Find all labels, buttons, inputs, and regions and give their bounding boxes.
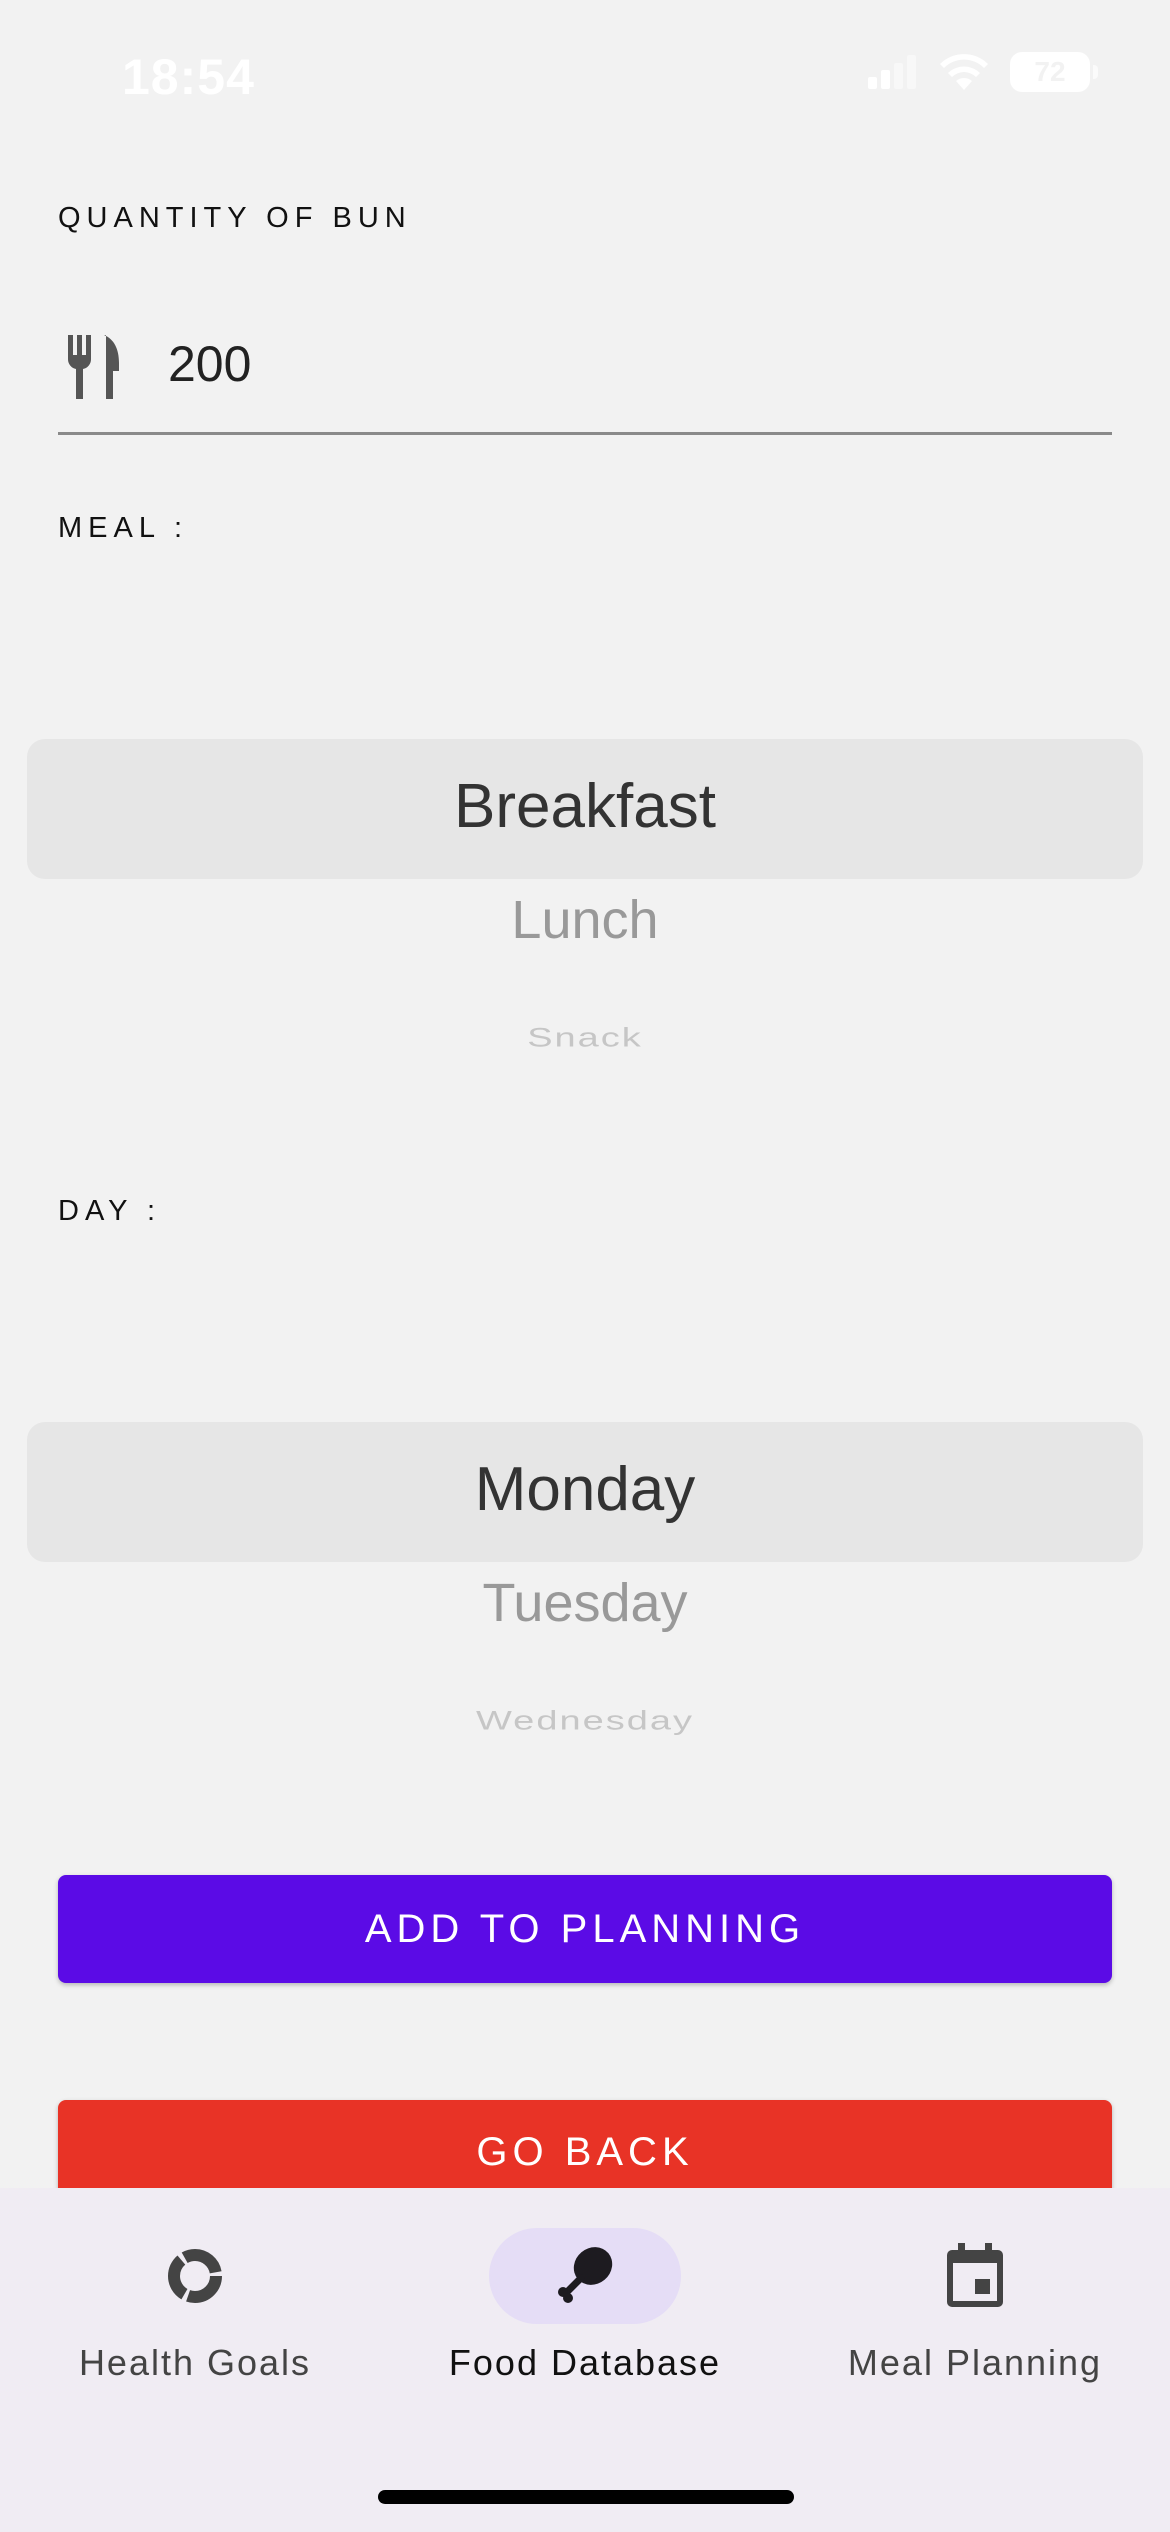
status-time: 18:54 bbox=[122, 49, 255, 105]
calendar-icon bbox=[947, 2243, 1003, 2307]
nav-label: Meal Planning bbox=[847, 2342, 1103, 2383]
nav-item-health-goals[interactable]: Health Goals bbox=[0, 2228, 390, 2384]
nav-icon-container bbox=[879, 2228, 1071, 2324]
status-bar: 18:54 72 bbox=[0, 0, 1170, 150]
battery-icon: 72 bbox=[1010, 52, 1098, 92]
quantity-value: 200 bbox=[168, 336, 252, 392]
status-icons: 72 bbox=[866, 52, 1098, 92]
add-to-planning-button[interactable]: ADD TO PLANNING bbox=[58, 1875, 1112, 1983]
day-option[interactable]: Tuesday bbox=[27, 1572, 1143, 1634]
fork-knife-icon bbox=[67, 335, 119, 399]
nav-icon-container bbox=[489, 2228, 681, 2324]
quantity-input[interactable]: 200 bbox=[58, 315, 1112, 435]
meal-picker[interactable]: Breakfast Lunch Snack bbox=[27, 739, 1143, 1079]
meal-option[interactable]: Lunch bbox=[27, 889, 1143, 951]
cellular-signal-icon bbox=[868, 55, 916, 89]
home-indicator bbox=[378, 2490, 794, 2504]
battery-level: 72 bbox=[1034, 56, 1066, 87]
nav-item-meal-planning[interactable]: Meal Planning bbox=[780, 2228, 1170, 2384]
donut-chart-icon bbox=[168, 2249, 222, 2303]
day-option-selected[interactable]: Monday bbox=[27, 1454, 1143, 1525]
day-picker[interactable]: Monday Tuesday Wednesday bbox=[27, 1422, 1143, 1762]
day-label: DAY : bbox=[58, 1195, 162, 1227]
day-option[interactable]: Wednesday bbox=[27, 1706, 1143, 1736]
wifi-icon bbox=[940, 54, 988, 90]
bottom-navigation: Health Goals Food Database Meal Planning bbox=[0, 2188, 1170, 2532]
nav-item-food-database[interactable]: Food Database bbox=[390, 2228, 780, 2384]
nav-label: Health Goals bbox=[78, 2342, 312, 2383]
drumstick-icon bbox=[558, 2247, 613, 2303]
nav-label: Food Database bbox=[448, 2342, 722, 2383]
meal-option-selected[interactable]: Breakfast bbox=[27, 771, 1143, 842]
meal-label: MEAL : bbox=[58, 512, 189, 544]
meal-option[interactable]: Snack bbox=[27, 1023, 1143, 1053]
nav-icon-container bbox=[99, 2228, 291, 2324]
quantity-label: QUANTITY OF BUN bbox=[58, 202, 412, 234]
